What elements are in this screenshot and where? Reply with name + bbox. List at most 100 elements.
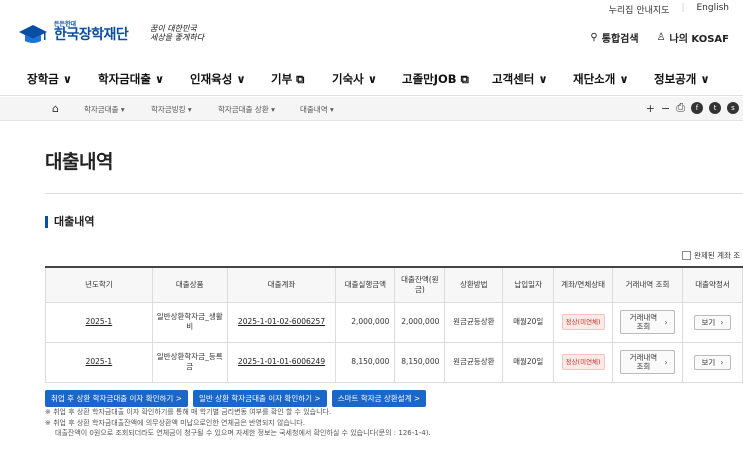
cell-history: 거래내역 조회 ›	[612, 301, 683, 343]
note-3: 대출잔액이 0원으로 조회되더라도 연체금이 청구될 수 있으며 자세한 정보는…	[55, 429, 431, 437]
account-link[interactable]: 2025-1-01-02-6006257	[238, 317, 325, 326]
col-status: 계좌/연체상태	[553, 266, 614, 303]
chevron-right-icon: ›	[720, 357, 724, 367]
nav-student-loan[interactable]: 학자금대출 ∨	[98, 71, 164, 87]
col-amount: 대출실행금액	[335, 266, 396, 303]
cell-account: 2025-1-01-02-6006257	[226, 301, 337, 343]
col-balance: 대출잔액(원금)	[394, 266, 446, 303]
zoom-in-icon[interactable]: +	[646, 102, 655, 115]
cell-due: 매월20일	[502, 341, 555, 383]
paid-off-label: 완제된 계좌 조	[694, 251, 741, 260]
cell-status: 정상(미연체)	[553, 341, 614, 383]
col-contract: 대출약정서	[682, 266, 743, 303]
slogan: 꿈이 대한민국 세상을 좋게하다	[150, 24, 204, 42]
print-icon[interactable]: ⎙	[676, 101, 685, 115]
nav-job[interactable]: 고졸만JOB ⧉	[402, 71, 469, 87]
col-due: 납입일자	[502, 266, 555, 303]
zoom-out-icon[interactable]: −	[661, 102, 670, 115]
user-icon: ♙	[656, 32, 666, 43]
cell-product: 일반상환학자금_등록금	[151, 341, 228, 383]
cell-contract: 보기 ›	[682, 301, 743, 343]
breadcrumb-history[interactable]: 대출내역 ▾	[300, 104, 334, 115]
slogan-line-1: 꿈이 대한민국	[150, 24, 197, 33]
search-icon: ⚲	[590, 32, 598, 43]
cell-status: 정상(미연체)	[553, 301, 614, 343]
english-link[interactable]: English	[697, 3, 730, 16]
share-icon[interactable]: s	[727, 102, 739, 114]
view-contract-button[interactable]: 보기 ›	[694, 314, 731, 330]
col-term: 년도학기	[45, 266, 153, 303]
twitter-icon[interactable]: t	[709, 102, 721, 114]
cell-amount: 8,150,000	[335, 341, 396, 383]
table-row: 2025-1 일반상환학자금_생활비 2025-1-01-02-6006257 …	[45, 301, 743, 343]
section-title: 대출내역	[45, 216, 94, 228]
nav-talent[interactable]: 인재육성 ∨	[190, 71, 246, 87]
cell-balance: 2,000,000	[394, 301, 446, 343]
action-buttons: 취업 후 상환 학자금대출 이자 확인하기 > 일반 상환 학자금대출 이자 확…	[45, 390, 427, 407]
graduation-cap-icon	[18, 23, 48, 45]
nav-customer-center[interactable]: 고객센터 ∨	[492, 71, 548, 87]
paid-off-accounts-option[interactable]: 완제된 계좌 조	[682, 250, 740, 261]
utility-links: 누리집 안내지도 | English	[609, 3, 729, 16]
my-kosaf-link[interactable]: ♙ 나의 KOSAF	[657, 30, 729, 45]
cell-account: 2025-1-01-01-6006249	[226, 341, 337, 383]
breadcrumb-loan[interactable]: 학자금대출 ▾	[84, 104, 125, 115]
term-link[interactable]: 2025-1	[86, 317, 113, 326]
table-header-row: 년도학기 대출상품 대출계좌 대출실행금액 대출잔액(원금) 상환방법 납입일자…	[45, 266, 743, 303]
nav-scholarship[interactable]: 장학금 ∨	[27, 71, 72, 87]
divider: |	[681, 3, 685, 13]
nav-disclosure[interactable]: 정보공개 ∨	[654, 71, 710, 87]
cell-history: 거래내역 조회 ›	[612, 341, 683, 383]
home-icon[interactable]: ⌂	[52, 102, 59, 115]
history-button[interactable]: 거래내역 조회 ›	[620, 310, 675, 334]
kosaf-logo[interactable]: 든든한대 한국장학재단	[18, 21, 129, 45]
search-label: 통합검색	[601, 34, 639, 45]
header-links: ⚲ 통합검색 ♙ 나의 KOSAF	[590, 30, 729, 45]
col-method: 상환방법	[444, 266, 504, 303]
divider	[45, 193, 743, 194]
icl-interest-button[interactable]: 취업 후 상환 학자금대출 이자 확인하기 >	[45, 390, 188, 407]
col-account: 대출계좌	[226, 266, 337, 303]
cell-contract: 보기 ›	[682, 341, 743, 383]
loans-table: 년도학기 대출상품 대출계좌 대출실행금액 대출잔액(원금) 상환방법 납입일자…	[45, 266, 743, 383]
history-button-label: 거래내역 조회	[629, 353, 658, 371]
logo-small-label: 든든한대	[54, 21, 77, 28]
notes: ※ 취업 후 상환 학자금대출 이자 확인하기를 통해 매 학기별 금리변동 여…	[45, 407, 431, 439]
my-kosaf-label: 나의 KOSAF	[669, 34, 729, 45]
history-button-label: 거래내역 조회	[629, 313, 658, 331]
cell-balance: 8,150,000	[394, 341, 446, 383]
nav-donation[interactable]: 기부 ⧉	[271, 71, 304, 87]
table-row: 2025-1 일반상환학자금_등록금 2025-1-01-01-6006249 …	[45, 341, 743, 383]
view-button-label: 보기	[701, 317, 716, 327]
breadcrumb: ⌂ 학자금대출 ▾ 학자금빙킹 ▾ 학자금대출 상환 ▾ 대출내역 ▾ + − …	[0, 97, 743, 121]
cell-method: 원금균등상환	[444, 301, 504, 343]
col-history: 거래내역 조회	[612, 266, 683, 303]
sitemap-link[interactable]: 누리집 안내지도	[609, 3, 670, 16]
status-badge: 정상(미연체)	[561, 354, 605, 370]
general-interest-button[interactable]: 일반 상환 학자금대출 이자 확인하기 >	[193, 390, 327, 407]
facebook-icon[interactable]: f	[691, 102, 703, 114]
breadcrumb-repayment[interactable]: 학자금대출 상환 ▾	[218, 104, 275, 115]
chevron-right-icon: ›	[720, 317, 724, 327]
chevron-right-icon: ›	[664, 357, 668, 367]
cell-term: 2025-1	[45, 301, 153, 343]
note-2: ※ 취업 후 상환 학자금대출잔액에 의무상환액 미납으로인한 연체금은 반영되…	[45, 418, 305, 427]
term-link[interactable]: 2025-1	[86, 357, 113, 366]
paid-off-checkbox[interactable]	[682, 251, 691, 260]
cell-product: 일반상환학자금_생활비	[151, 301, 228, 343]
nav-dormitory[interactable]: 기숙사 ∨	[332, 71, 377, 87]
history-button[interactable]: 거래내역 조회 ›	[620, 350, 675, 374]
nav-about[interactable]: 재단소개 ∨	[573, 71, 629, 87]
view-contract-button[interactable]: 보기 ›	[694, 354, 731, 370]
breadcrumb-banking[interactable]: 학자금빙킹 ▾	[151, 104, 192, 115]
view-button-label: 보기	[701, 357, 716, 367]
cell-amount: 2,000,000	[335, 301, 396, 343]
cell-term: 2025-1	[45, 341, 153, 383]
slogan-line-2: 세상을 좋게하다	[150, 33, 205, 42]
search-link[interactable]: ⚲ 통합검색	[590, 30, 638, 45]
smart-repayment-button[interactable]: 스마트 학자금 상환설계 >	[331, 390, 427, 407]
global-nav: 장학금 ∨ 학자금대출 ∨ 인재육성 ∨ 기부 ⧉ 기숙사 ∨ 고졸만JOB ⧉…	[0, 62, 743, 96]
cell-method: 원금균등상환	[444, 341, 504, 383]
account-link[interactable]: 2025-1-01-01-6006249	[238, 357, 325, 366]
page-tools: + − ⎙ f t s	[646, 101, 739, 115]
